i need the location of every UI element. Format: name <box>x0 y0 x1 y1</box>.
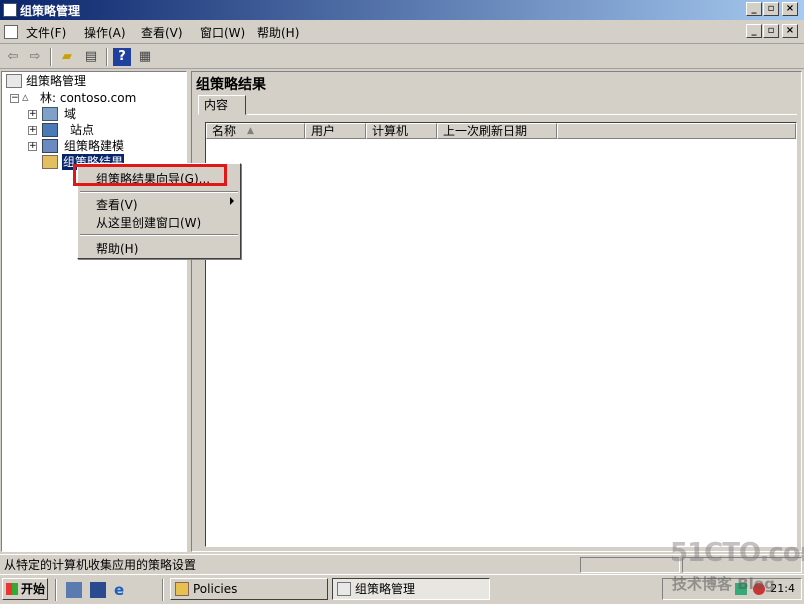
domains-icon <box>42 107 58 121</box>
sort-up-icon: ▲ <box>247 126 254 136</box>
show-hide-tree-icon[interactable]: ▤ <box>82 48 100 66</box>
tree-item-label: 站点 <box>70 123 95 137</box>
taskbar-separator <box>162 579 164 601</box>
status-cell <box>580 557 680 573</box>
collapse-icon[interactable]: − <box>10 94 19 103</box>
expand-icon[interactable]: + <box>28 110 37 119</box>
menu-action[interactable]: 操作(A) <box>84 24 126 41</box>
child-close-button[interactable]: × <box>782 24 798 38</box>
tree-item-label: 组策略管理 <box>26 74 87 88</box>
server-manager-icon[interactable] <box>66 582 82 598</box>
start-label: 开始 <box>21 582 46 596</box>
tree-item-forest[interactable]: − ▵ 林: contoso.com <box>8 90 178 106</box>
results-pane: 组策略结果 内容 名称 ▲ 用户 计算机 上一次刷新日期 <box>191 71 802 552</box>
windows-flag-icon <box>6 583 18 595</box>
annotation-highlight-box <box>73 164 227 186</box>
menu-file[interactable]: 文件(F) <box>26 24 66 41</box>
properties-icon[interactable]: ▦ <box>136 48 154 66</box>
tree-item-label: 域 <box>64 107 77 121</box>
app-icon <box>3 3 17 17</box>
column-header-last-refresh[interactable]: 上一次刷新日期 <box>437 123 557 139</box>
results-icon <box>42 155 58 169</box>
tree-item-label: 林: contoso.com <box>40 91 137 105</box>
expand-icon[interactable]: + <box>28 142 37 151</box>
up-folder-icon[interactable]: ▰ <box>58 48 76 66</box>
menu-item-view[interactable]: 查看(V) <box>96 196 138 213</box>
help-icon[interactable]: ? <box>113 48 131 66</box>
back-arrow-icon[interactable]: ⇦ <box>4 48 22 66</box>
close-button[interactable]: × <box>782 2 798 16</box>
tree-item-gp-modeling[interactable]: + 组策略建模 <box>28 138 178 154</box>
tree-item-sites[interactable]: + 站点 <box>28 122 178 138</box>
tab-contents[interactable]: 内容 <box>198 95 246 115</box>
submenu-arrow-icon <box>230 197 234 205</box>
document-icon <box>4 25 18 39</box>
task-label: 组策略管理 <box>355 582 416 596</box>
results-list[interactable]: 名称 ▲ 用户 计算机 上一次刷新日期 <box>205 122 797 547</box>
menu-separator <box>80 191 238 193</box>
menu-item-new-window[interactable]: 从这里创建窗口(W) <box>96 214 201 231</box>
child-minimize-button[interactable]: _ <box>746 24 762 38</box>
start-button[interactable]: 开始 <box>2 578 48 600</box>
column-header-filler <box>557 123 796 139</box>
folder-icon <box>175 582 189 596</box>
menu-item-help[interactable]: 帮助(H) <box>96 240 138 257</box>
toolbar-separator <box>106 48 108 66</box>
watermark-subtitle: 技术博客 Blog <box>672 575 775 593</box>
show-desktop-icon[interactable] <box>90 582 106 598</box>
sites-icon <box>42 123 58 137</box>
console-tree: 组策略管理 − ▵ 林: contoso.com + 域 + 站点 + 组策略建… <box>1 71 187 552</box>
child-restore-button[interactable]: ▫ <box>763 24 779 38</box>
column-header-name[interactable]: 名称 ▲ <box>206 123 305 139</box>
internet-explorer-icon[interactable]: e <box>114 582 130 598</box>
column-header-computer[interactable]: 计算机 <box>366 123 437 139</box>
gpmc-icon <box>337 582 351 596</box>
toolbar-separator <box>50 48 52 66</box>
taskbar-separator <box>55 579 57 601</box>
tab-line <box>247 114 797 115</box>
watermark-logo: 51CTO.com <box>670 538 804 568</box>
menu-help[interactable]: 帮助(H) <box>257 24 299 41</box>
forward-arrow-icon[interactable]: ⇨ <box>26 48 44 66</box>
taskbar-item-policies[interactable]: Policies <box>170 578 328 600</box>
maximize-button[interactable]: ▫ <box>763 2 779 16</box>
forest-icon: ▵ <box>22 90 29 105</box>
minimize-button[interactable]: _ <box>746 2 762 16</box>
menu-view[interactable]: 查看(V) <box>141 24 183 41</box>
modeling-icon <box>42 139 58 153</box>
taskbar-item-gpmc[interactable]: 组策略管理 <box>332 578 490 600</box>
menu-window[interactable]: 窗口(W) <box>200 24 245 41</box>
tree-item-label: 组策略建模 <box>64 139 125 153</box>
expand-icon[interactable]: + <box>28 126 37 135</box>
column-header-user[interactable]: 用户 <box>305 123 366 139</box>
title-bar: 组策略管理 _ ▫ × <box>0 0 804 20</box>
taskbar: 开始 e Policies 组策略管理 21:4 技术博客 Blog <box>0 574 804 604</box>
tree-item-domains[interactable]: + 域 <box>28 106 178 122</box>
tree-item-root[interactable]: 组策略管理 <box>6 73 176 89</box>
task-label: Policies <box>193 582 238 596</box>
menu-separator <box>80 234 238 236</box>
menu-bar: 文件(F) 操作(A) 查看(V) 窗口(W) 帮助(H) _ ▫ × <box>0 20 804 44</box>
gpmc-icon <box>6 74 22 88</box>
status-text: 从特定的计算机收集应用的策略设置 <box>4 558 197 572</box>
column-label: 名称 <box>212 124 237 138</box>
pane-title: 组策略结果 <box>196 77 266 93</box>
window-title: 组策略管理 <box>20 4 81 18</box>
toolbar: ⇦ ⇨ ▰ ▤ ? ▦ <box>0 45 804 69</box>
